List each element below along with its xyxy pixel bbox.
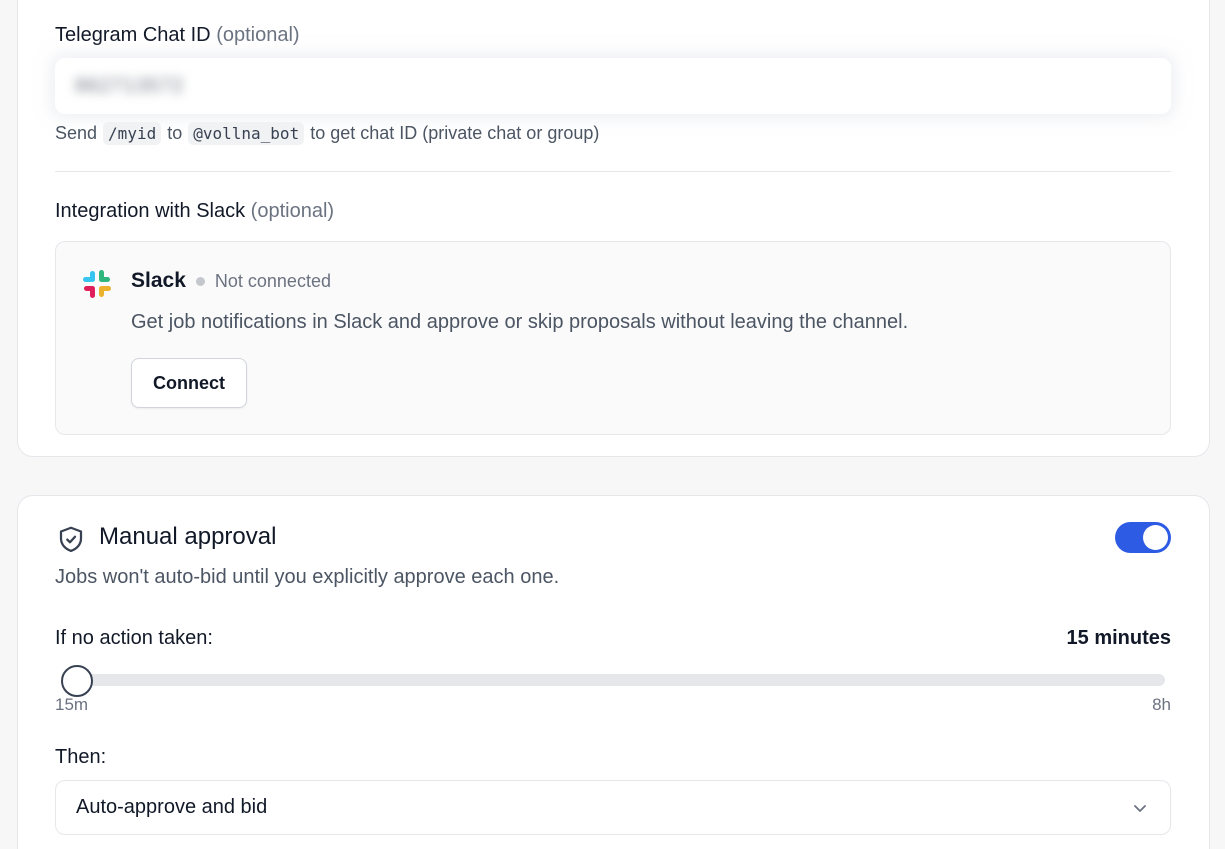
slack-connect-button[interactable]: Connect [131,358,247,408]
slack-icon [83,270,111,298]
timeout-slider-thumb[interactable] [61,665,93,697]
shield-check-icon [59,526,83,552]
slack-title: Slack [131,269,186,292]
optional-tag: (optional) [216,24,300,46]
status-dot [195,276,205,286]
section-divider [55,171,1171,172]
optional-tag: (optional) [250,200,335,222]
toggle-knob [1143,525,1168,550]
slack-status: Not connected [214,270,331,291]
telegram-label: Telegram Chat ID (optional) [55,24,300,46]
slack-integration-label: Integration with Slack (optional) [55,200,335,222]
then-label: Then: [55,746,107,768]
slack-description: Get job notifications in Slack and appro… [131,311,909,333]
telegram-chat-id-value: 862713572 [75,74,185,97]
timeout-slider-track[interactable] [76,674,1165,686]
then-action-select[interactable]: Auto-approve and bid [55,780,1171,835]
then-action-value: Auto-approve and bid [76,796,268,818]
telegram-helper-text: Send /myid to @vollna_bot to get chat ID… [55,121,600,145]
slider-max-label: 8h [1152,695,1171,714]
telegram-chat-id-input[interactable]: 862713572 [55,58,1171,114]
myid-command: /myid [103,121,162,145]
slider-min-label: 15m [55,695,89,714]
manual-approval-toggle[interactable] [1115,522,1171,553]
timeout-label: If no action taken: [55,627,213,649]
chevron-down-icon [1134,804,1146,812]
bot-handle: @vollna_bot [188,121,305,145]
timeout-value: 15 minutes [1066,627,1171,649]
manual-approval-description: Jobs won't auto-bid until you explicitly… [55,566,560,588]
manual-approval-title: Manual approval [99,523,277,550]
slack-header: Slack Not connected [131,269,331,293]
